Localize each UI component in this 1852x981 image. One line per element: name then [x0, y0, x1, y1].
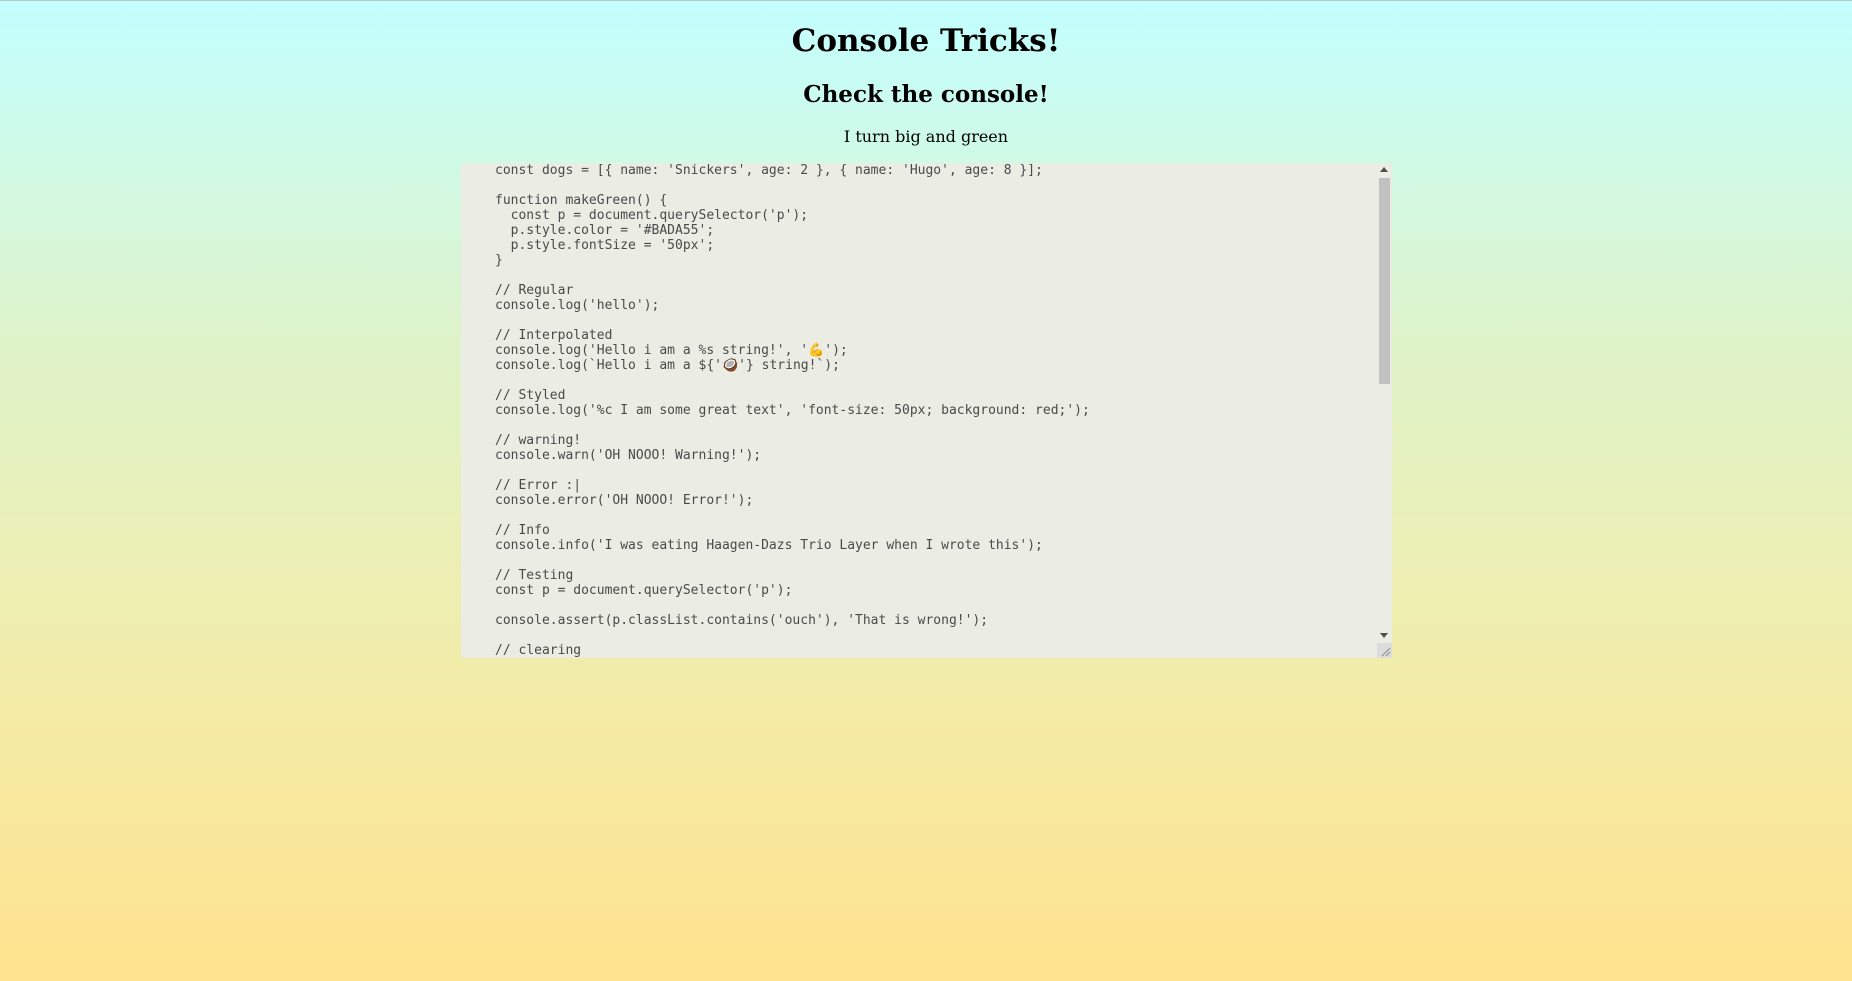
resize-handle-icon[interactable]	[1377, 643, 1392, 658]
vertical-scrollbar[interactable]	[1377, 163, 1392, 658]
code-line: console.info('I was eating Haagen-Dazs T…	[495, 538, 1043, 553]
code-line: console.assert(p.classList.contains('ouc…	[495, 613, 989, 628]
code-line: console.log('Hello i am a %s string!', '…	[495, 343, 848, 358]
code-textarea[interactable]: const dogs = [{ name: 'Snickers', age: 2…	[461, 163, 1392, 658]
code-line: const p = document.querySelector('p');	[495, 208, 809, 223]
code-line: // Testing	[495, 568, 574, 583]
code-line: const p = document.querySelector('p');	[495, 583, 793, 598]
code-line: }	[495, 253, 503, 268]
code-line: console.warn('OH NOOO! Warning!');	[495, 448, 762, 463]
code-line: console.log('%c I am some great text', '…	[495, 403, 1090, 418]
scrollbar-thumb[interactable]	[1379, 178, 1390, 384]
code-line: // Interpolated	[495, 328, 613, 343]
code-line: p.style.color = '#BADA55';	[495, 223, 715, 238]
code-line: // Styled	[495, 388, 566, 403]
code-line: p.style.fontSize = '50px';	[495, 238, 715, 253]
code-line: // Error :|	[495, 478, 582, 493]
scroll-down-arrow-icon[interactable]	[1380, 633, 1388, 638]
code-line: // clearing	[495, 643, 582, 658]
code-line: // Info	[495, 523, 550, 538]
page-subtitle: Check the console!	[803, 81, 1049, 108]
code-line: console.error('OH NOOO! Error!');	[495, 493, 754, 508]
code-line: // warning!	[495, 433, 582, 448]
green-paragraph: I turn big and green	[843, 127, 1009, 146]
code-line: function makeGreen() {	[495, 193, 668, 208]
code-line: // Regular	[495, 283, 574, 298]
scroll-up-arrow-icon[interactable]	[1380, 167, 1388, 172]
page-title: Console Tricks!	[791, 23, 1061, 59]
code-line: console.log('hello');	[495, 298, 660, 313]
code-line: const dogs = [{ name: 'Snickers', age: 2…	[495, 163, 1043, 178]
code-line: console.log(`Hello i am a ${'🥥'} string!…	[495, 358, 840, 373]
code-content[interactable]: const dogs = [{ name: 'Snickers', age: 2…	[461, 163, 1375, 658]
